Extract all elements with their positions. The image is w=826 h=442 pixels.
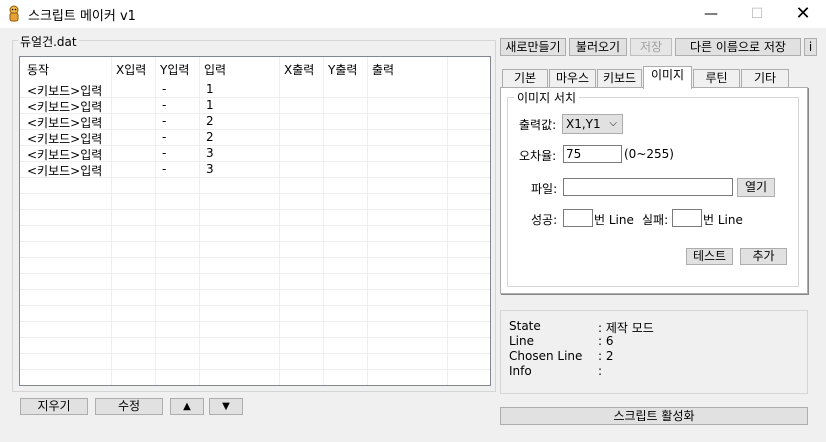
success-line-input[interactable] xyxy=(563,209,593,227)
output-select-value: X1,Y1 xyxy=(566,117,601,131)
cell-input: 1 xyxy=(206,82,214,96)
cell-input: 3 xyxy=(206,146,214,160)
success-line-unit: 번 Line xyxy=(594,213,634,227)
column-header[interactable]: 입력 xyxy=(204,61,226,78)
file-input[interactable] xyxy=(563,178,733,196)
column-header[interactable]: X출력 xyxy=(284,61,314,78)
column-header[interactable]: 출력 xyxy=(372,61,394,78)
cell-y-input: - xyxy=(162,114,167,128)
tab-basic[interactable]: 기본 xyxy=(502,69,548,88)
new-button[interactable]: 새로만들기 xyxy=(500,38,566,56)
window-title: 스크립트 메이커 v1 xyxy=(28,9,136,24)
script-file-title: 듀얼건.dat xyxy=(18,33,79,50)
column-header[interactable]: X입력 xyxy=(116,61,146,78)
title-bar: 스크립트 메이커 v1 — ☐ ✕ xyxy=(0,0,826,28)
row-divider xyxy=(20,225,490,226)
edit-button[interactable]: 수정 xyxy=(95,398,163,415)
status-key-line: Line xyxy=(509,334,535,348)
table-row[interactable]: <키보드>입력 - 1 xyxy=(20,97,490,114)
app-icon xyxy=(9,5,19,22)
cell-y-input: - xyxy=(162,162,167,176)
maximize-button[interactable]: ☐ xyxy=(734,0,780,28)
tolerance-label: 오차율: xyxy=(519,149,557,163)
file-label: 파일: xyxy=(531,182,558,196)
status-key-info: Info xyxy=(509,364,532,378)
open-button[interactable]: 열기 xyxy=(737,178,775,197)
row-divider xyxy=(20,193,490,194)
load-button[interactable]: 불러오기 xyxy=(569,38,627,56)
row-divider xyxy=(20,257,490,258)
row-divider xyxy=(20,273,490,274)
cell-y-input: - xyxy=(162,146,167,160)
cell-y-input: - xyxy=(162,130,167,144)
fail-line-unit: 번 Line xyxy=(703,213,743,227)
move-up-button[interactable]: ▲ xyxy=(170,398,204,415)
column-header[interactable]: 동작 xyxy=(27,61,49,78)
save-as-button[interactable]: 다른 이름으로 저장 xyxy=(675,38,801,56)
cell-y-input: - xyxy=(162,82,167,96)
row-divider xyxy=(20,209,490,210)
status-value-info: : xyxy=(598,364,603,378)
cell-input: 2 xyxy=(206,130,214,144)
table-row[interactable]: <키보드>입력 - 3 xyxy=(20,145,490,162)
table-row[interactable]: <키보드>입력 - 3 xyxy=(20,161,490,178)
row-divider xyxy=(20,353,490,354)
output-select[interactable]: X1,Y1 ⌵ xyxy=(562,114,623,134)
clear-button[interactable]: 지우기 xyxy=(20,398,88,415)
row-divider xyxy=(20,241,490,242)
row-divider xyxy=(20,305,490,306)
column-header[interactable]: Y출력 xyxy=(328,61,357,78)
action-list[interactable]: 동작 X입력 Y입력 입력 X출력 Y출력 출력 <키보드>입력 - 1 <키보… xyxy=(19,56,491,386)
row-divider xyxy=(20,337,490,338)
output-label: 출력값: xyxy=(519,118,557,132)
close-button[interactable]: ✕ xyxy=(780,0,826,28)
test-button[interactable]: 테스트 xyxy=(686,248,733,265)
cell-input: 1 xyxy=(206,98,214,112)
fail-label: 실패: xyxy=(642,213,669,227)
status-key-chosen-line: Chosen Line xyxy=(509,349,583,363)
image-search-title: 이미지 서치 xyxy=(514,89,580,106)
column-header[interactable]: Y입력 xyxy=(160,61,189,78)
list-header: 동작 X입력 Y입력 입력 X출력 Y출력 출력 xyxy=(20,57,490,79)
table-row[interactable]: <키보드>입력 - 2 xyxy=(20,129,490,146)
info-button[interactable]: i xyxy=(804,38,817,56)
move-down-button[interactable]: ▼ xyxy=(209,398,243,415)
save-button[interactable]: 저장 xyxy=(630,38,672,56)
cell-input: 3 xyxy=(206,162,214,176)
status-key-state: State xyxy=(509,319,541,333)
status-value-line: : 6 xyxy=(598,334,614,348)
tab-image[interactable]: 이미지 xyxy=(643,66,692,89)
minimize-button[interactable]: — xyxy=(688,0,734,28)
success-label: 성공: xyxy=(531,213,558,227)
tolerance-range: (0~255) xyxy=(624,147,674,161)
row-divider xyxy=(20,289,490,290)
row-divider xyxy=(20,321,490,322)
table-row[interactable]: <키보드>입력 - 2 xyxy=(20,113,490,130)
row-divider xyxy=(20,369,490,370)
cell-action: <키보드>입력 xyxy=(27,164,103,178)
fail-line-input[interactable] xyxy=(672,209,702,227)
add-button[interactable]: 추가 xyxy=(740,248,787,265)
cell-y-input: - xyxy=(162,98,167,112)
table-row[interactable]: <키보드>입력 - 1 xyxy=(20,81,490,98)
tolerance-input[interactable]: 75 xyxy=(563,145,622,163)
chevron-down-icon: ⌵ xyxy=(609,118,617,129)
tab-mouse[interactable]: 마우스 xyxy=(549,69,596,88)
tab-routine[interactable]: 루틴 xyxy=(693,69,740,88)
tab-keyboard[interactable]: 키보드 xyxy=(597,69,642,88)
tab-other[interactable]: 기타 xyxy=(741,69,789,88)
cell-input: 2 xyxy=(206,114,214,128)
status-value-chosen-line: : 2 xyxy=(598,349,614,363)
activate-script-button[interactable]: 스크립트 활성화 xyxy=(500,407,808,425)
